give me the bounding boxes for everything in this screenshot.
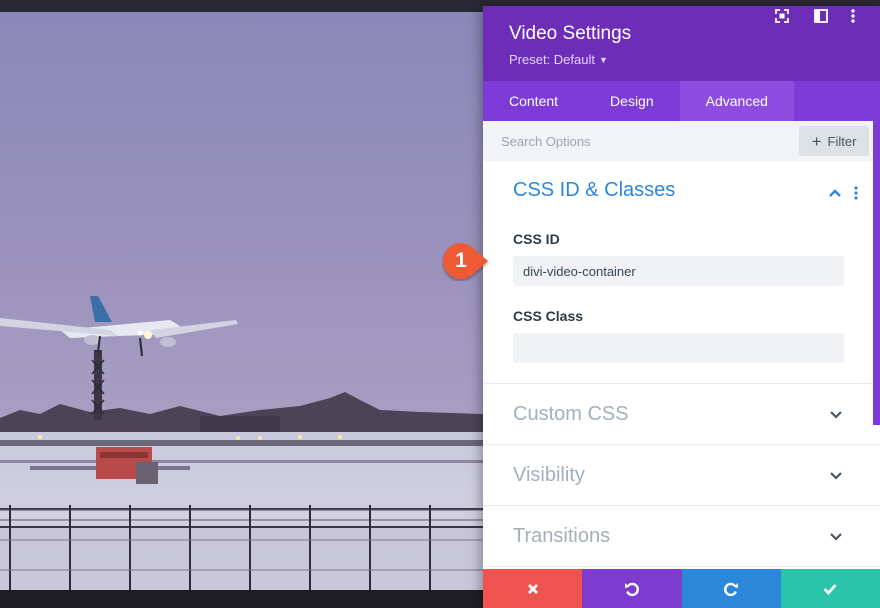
panel-scrollbar[interactable] xyxy=(873,120,880,425)
undo-icon xyxy=(624,582,639,596)
redo-icon xyxy=(724,582,739,596)
tab-design[interactable]: Design xyxy=(584,81,680,121)
caret-down-icon: ▼ xyxy=(599,55,608,65)
transitions-section[interactable]: Transitions xyxy=(483,506,880,567)
discard-button[interactable] xyxy=(483,569,583,608)
video-settings-panel: Video Settings Preset: Default ▼ Content … xyxy=(483,6,880,608)
css-class-input[interactable] xyxy=(513,333,844,363)
preset-label: Preset: Default xyxy=(509,52,595,67)
chevron-down-icon[interactable] xyxy=(830,532,842,542)
tab-bar: Content Design Advanced xyxy=(483,81,880,121)
filter-button[interactable]: + Filter xyxy=(799,126,869,156)
section-title-custom-css: Custom CSS xyxy=(513,403,629,425)
visibility-section[interactable]: Visibility xyxy=(483,445,880,506)
search-bar: + Filter xyxy=(483,121,880,161)
close-icon xyxy=(527,583,538,594)
section-title-visibility: Visibility xyxy=(513,464,585,486)
tab-content[interactable]: Content xyxy=(483,81,584,121)
css-id-label: CSS ID xyxy=(513,231,560,247)
chevron-up-icon[interactable] xyxy=(828,187,842,199)
action-footer xyxy=(483,569,880,608)
redo-button[interactable] xyxy=(681,569,781,608)
more-vertical-icon[interactable] xyxy=(852,185,860,201)
css-class-label: CSS Class xyxy=(513,308,584,324)
chevron-down-icon[interactable] xyxy=(830,410,842,420)
undo-button[interactable] xyxy=(582,569,682,608)
custom-css-section[interactable]: Custom CSS xyxy=(483,384,880,445)
callout-marker xyxy=(443,243,488,279)
panel-header: Video Settings Preset: Default ▼ xyxy=(483,6,880,81)
css-id-classes-section: CSS ID & Classes CSS ID CSS Class xyxy=(483,161,880,384)
section-title-css-id-classes[interactable]: CSS ID & Classes xyxy=(513,179,675,202)
more-vertical-icon[interactable] xyxy=(843,6,863,26)
check-icon xyxy=(823,583,837,595)
expand-icon[interactable] xyxy=(772,6,792,26)
save-button[interactable] xyxy=(780,569,880,608)
split-view-icon[interactable] xyxy=(811,6,831,26)
css-id-input[interactable] xyxy=(513,256,844,286)
plus-icon: + xyxy=(811,131,822,151)
preset-dropdown[interactable]: Preset: Default ▼ xyxy=(509,52,608,67)
panel-title: Video Settings xyxy=(509,23,632,44)
section-title-transitions: Transitions xyxy=(513,525,611,547)
chevron-down-icon[interactable] xyxy=(830,471,842,481)
search-input[interactable] xyxy=(501,129,791,153)
filter-label: Filter xyxy=(827,133,857,149)
tab-advanced[interactable]: Advanced xyxy=(679,81,794,121)
